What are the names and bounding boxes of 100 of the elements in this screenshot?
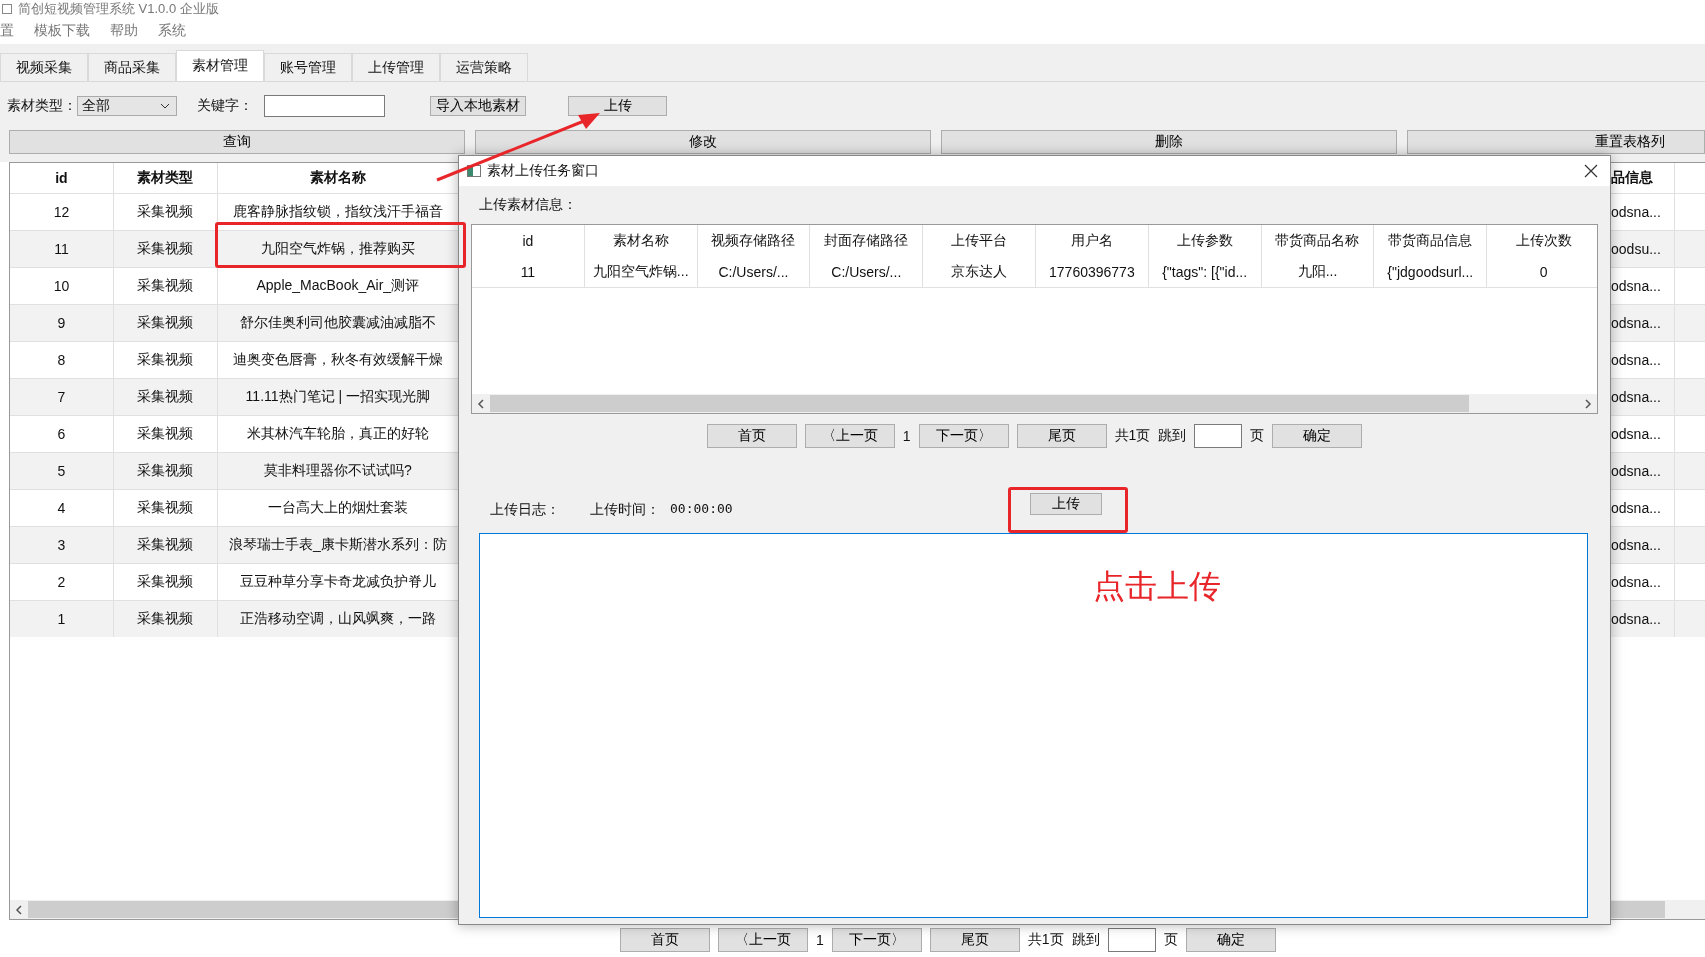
column-header[interactable]: 视频存储路径	[711, 232, 796, 250]
table-cell: 采集视频	[137, 499, 194, 517]
table-cell: 采集视频	[137, 203, 194, 221]
close-icon[interactable]	[1584, 164, 1598, 178]
page-field[interactable]	[1107, 928, 1156, 952]
table-cell: 九阳空气炸锅，推荐购买	[260, 240, 415, 258]
prev-page-button[interactable]: 〈上一页	[718, 928, 808, 952]
table-cell: odsna...	[1611, 500, 1661, 516]
table-cell: odsna...	[1611, 426, 1661, 442]
jump-label: 跳到	[1071, 931, 1100, 949]
table-cell: 九阳空气炸锅...	[592, 263, 689, 281]
column-header[interactable]: 素材名称	[612, 232, 669, 250]
table-cell: 采集视频	[137, 462, 194, 480]
page-field[interactable]	[1194, 424, 1243, 448]
import-button[interactable]: 导入本地素材	[430, 96, 526, 116]
confirm-button[interactable]: 确定	[1272, 424, 1363, 448]
first-page-button[interactable]: 首页	[706, 424, 797, 448]
table-cell: 莫非料理器你不试试吗?	[263, 462, 412, 480]
column-header[interactable]: 上传参数	[1176, 232, 1233, 250]
table-cell: odsna...	[1611, 278, 1661, 294]
table-cell: odsna...	[1611, 204, 1661, 220]
table-cell: C:/Users/...	[718, 264, 789, 280]
table-cell: {"tags": [{"id...	[1162, 264, 1248, 280]
menu-item[interactable]: 模板下载	[34, 22, 90, 40]
table-cell: odsna...	[1611, 389, 1661, 405]
prev-page-button[interactable]: 〈上一页	[804, 424, 895, 448]
table-cell: {"jdgoodsurl...	[1387, 264, 1474, 280]
action-button[interactable]: 查询	[9, 130, 465, 154]
table-cell: 采集视频	[137, 351, 194, 369]
action-button[interactable]: 修改	[474, 130, 931, 154]
log-label: 上传日志：	[490, 501, 561, 519]
action-button[interactable]: 重置表格列	[1406, 130, 1705, 154]
table-cell: 10	[53, 278, 70, 294]
chevron-left-icon[interactable]	[15, 904, 23, 915]
table-cell: 6	[57, 426, 66, 442]
column-header[interactable]: id	[10, 163, 114, 193]
table-cell: oodsu...	[1611, 241, 1661, 257]
column-header[interactable]: 带货商品名称	[1275, 232, 1360, 250]
action-button[interactable]: 删除	[940, 130, 1397, 154]
table-cell: 正浩移动空调，山风飒爽，一路	[239, 610, 436, 628]
column-header[interactable]: 带货商品信息	[1388, 232, 1473, 250]
table-cell: 九阳...	[1297, 263, 1338, 281]
jump-label: 跳到	[1158, 427, 1187, 445]
menu-item[interactable]: 系统	[158, 22, 186, 40]
tab[interactable]: 运营策略	[440, 53, 528, 81]
page-number: 1	[902, 428, 911, 444]
table-cell: C:/Users/...	[831, 264, 902, 280]
tab[interactable]: 账号管理	[264, 53, 352, 81]
time-value: 00:00:00	[670, 501, 733, 518]
info-label: 上传素材信息：	[478, 195, 578, 214]
table-cell: 米其林汽车轮胎，真正的好轮	[246, 425, 429, 443]
keyword-field[interactable]	[264, 95, 385, 117]
tab[interactable]: 素材管理	[176, 50, 264, 81]
tab[interactable]: 上传管理	[352, 53, 440, 81]
table-cell: 17760396773	[1049, 264, 1135, 280]
upload-button[interactable]: 上传	[568, 96, 667, 116]
confirm-button[interactable]: 确定	[1185, 928, 1276, 952]
time-label: 上传时间：	[590, 501, 660, 519]
horizontal-scrollbar[interactable]	[472, 394, 1597, 413]
table-cell: 采集视频	[137, 314, 194, 332]
chevron-down-icon	[160, 103, 170, 109]
table-cell: 采集视频	[137, 536, 194, 554]
table-cell: 京东达人	[951, 263, 1008, 281]
table-cell: 11.11热门笔记 | 一招实现光脚	[245, 388, 430, 406]
next-page-button[interactable]: 下一页〉	[831, 928, 922, 952]
type-label: 素材类型：	[7, 97, 77, 115]
table-cell: 浪琴瑞士手表_康卡斯潜水系列：防	[228, 536, 447, 554]
type-dropdown[interactable]: 全部	[77, 96, 177, 116]
page-number: 1	[816, 932, 824, 948]
chevron-left-icon[interactable]	[477, 398, 485, 409]
last-page-button[interactable]: 尾页	[1016, 424, 1107, 448]
upload-button[interactable]: 上传	[1030, 493, 1102, 515]
column-header[interactable]: 用户名	[1070, 232, 1113, 250]
table-cell: 11	[54, 241, 69, 257]
dialog-title: 素材上传任务窗口	[487, 162, 600, 180]
table-cell: odsna...	[1611, 315, 1661, 331]
table-cell: odsna...	[1611, 352, 1661, 368]
table-cell: odsna...	[1611, 574, 1661, 590]
menu-item[interactable]: 置	[0, 22, 14, 40]
table-cell: 4	[57, 500, 66, 516]
column-header[interactable]: 上传平台	[951, 232, 1008, 250]
page-total: 共1页	[1027, 931, 1064, 949]
tab[interactable]: 视频采集	[0, 53, 88, 81]
column-header[interactable]: 素材类型	[113, 163, 218, 193]
table-cell: 采集视频	[137, 240, 194, 258]
table-cell: odsna...	[1611, 611, 1661, 627]
menu-item[interactable]: 帮助	[110, 22, 138, 40]
table-cell: 2	[57, 574, 66, 590]
first-page-button[interactable]: 首页	[620, 928, 710, 952]
column-header[interactable]: 封面存储路径	[824, 232, 909, 250]
column-header[interactable]: id	[522, 233, 534, 249]
table-cell: 采集视频	[137, 425, 194, 443]
tab[interactable]: 商品采集	[88, 53, 176, 81]
column-header[interactable]: 上传次数	[1515, 232, 1572, 250]
table-cell: 采集视频	[137, 573, 194, 591]
app-icon	[2, 4, 12, 14]
next-page-button[interactable]: 下一页〉	[918, 424, 1009, 448]
chevron-right-icon[interactable]	[1584, 398, 1592, 409]
last-page-button[interactable]: 尾页	[929, 928, 1020, 952]
table-cell: 采集视频	[137, 610, 194, 628]
